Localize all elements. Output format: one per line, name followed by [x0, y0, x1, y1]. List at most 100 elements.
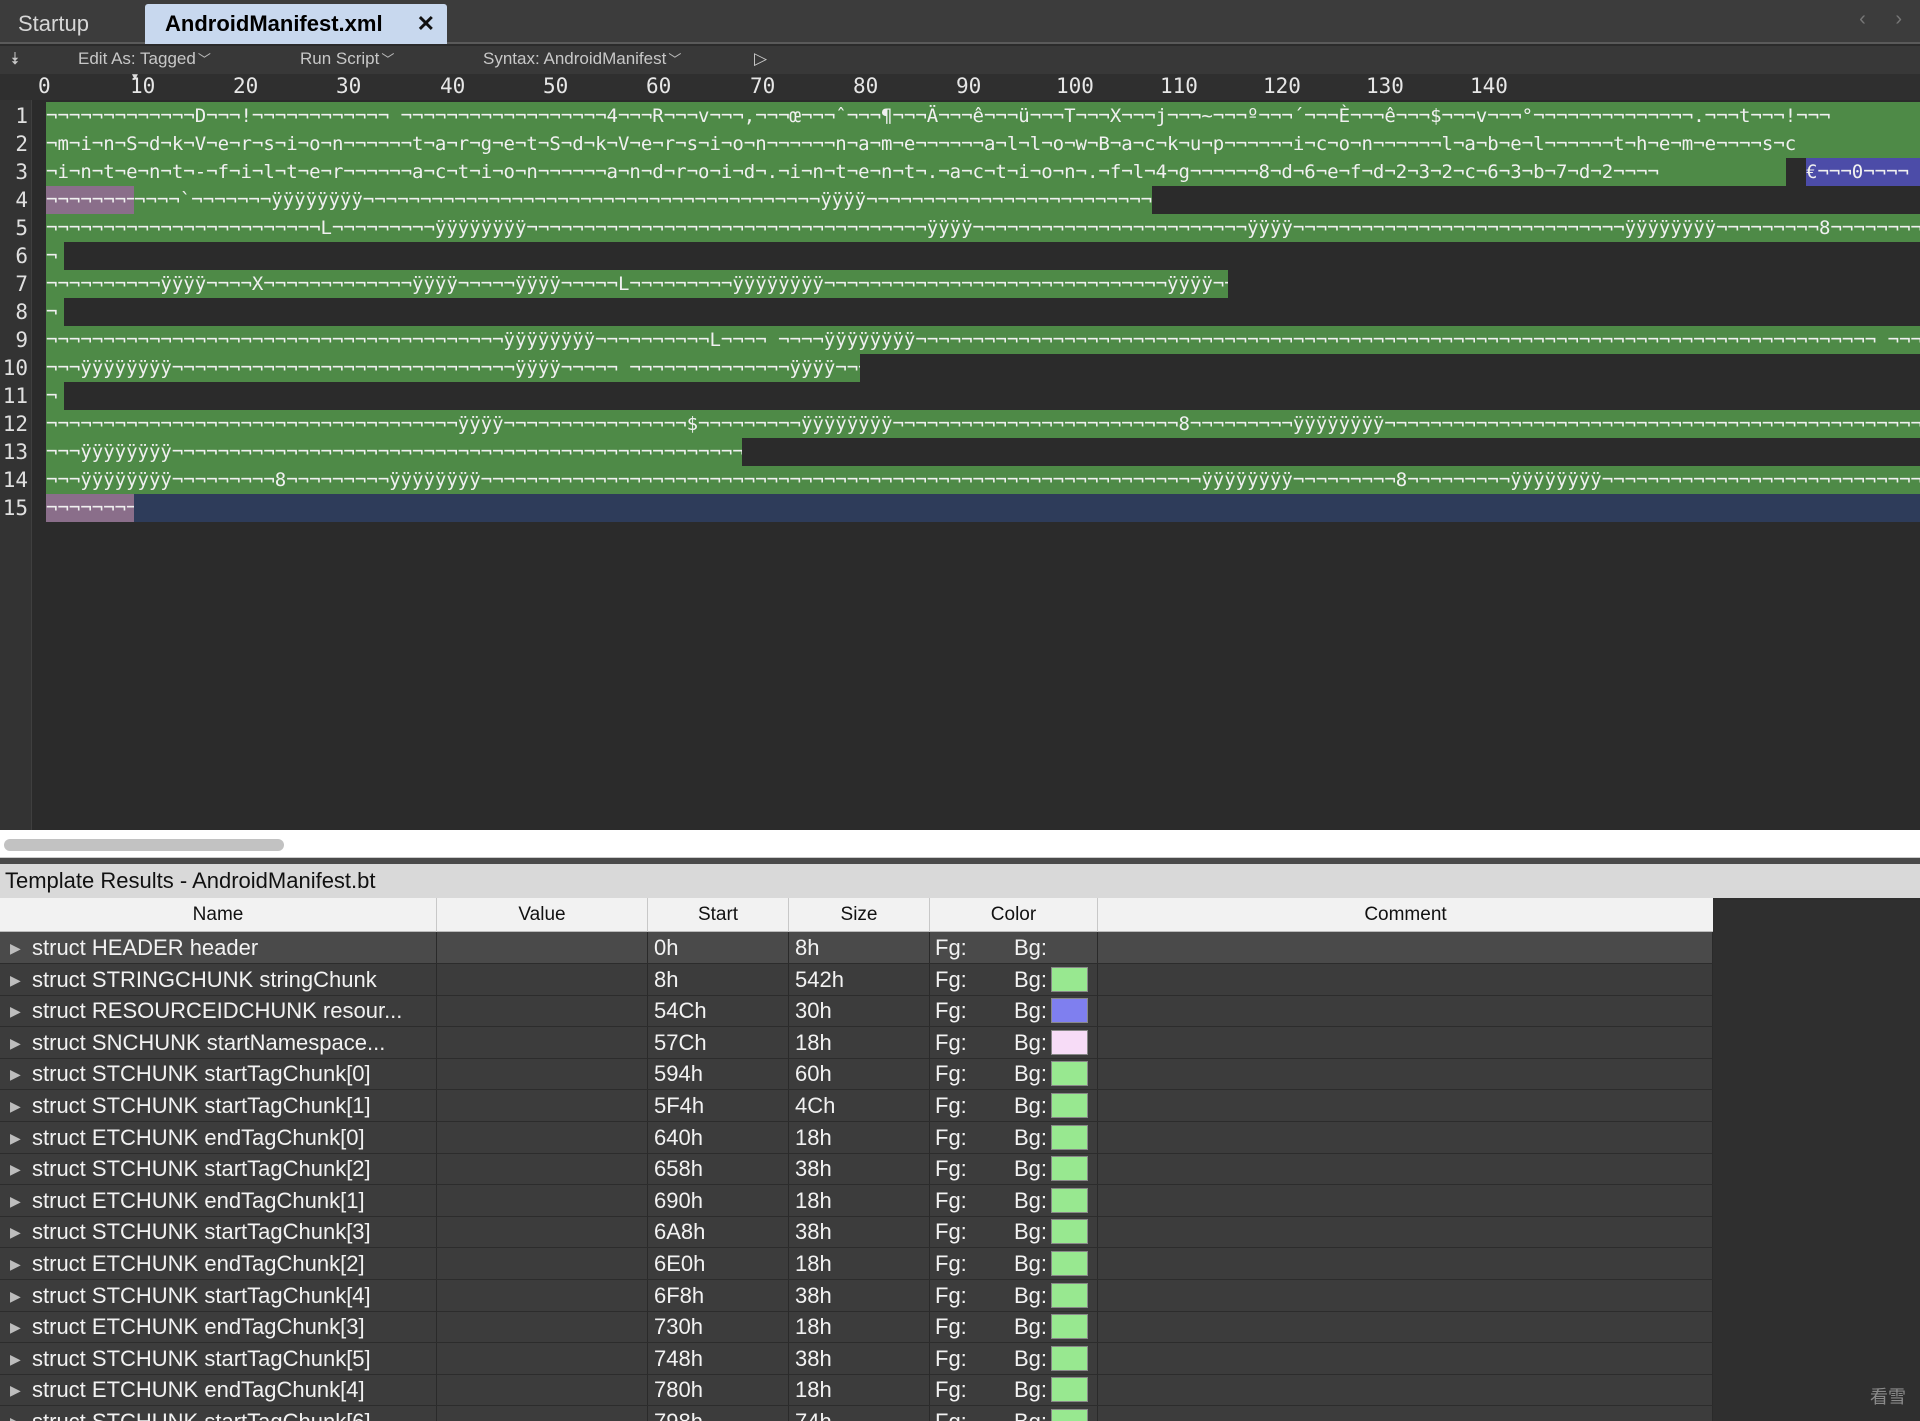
editor-line[interactable]: 15 ¬¬¬¬¬¬¬¬¬	[0, 494, 1920, 522]
expand-arrow-icon[interactable]: ▶	[10, 1059, 32, 1089]
expand-arrow-icon[interactable]: ▶	[10, 1028, 32, 1058]
tab-bar: Startup AndroidManifest.xml ✕ ‹ ›	[0, 0, 1920, 44]
name-cell[interactable]: ▶ struct STRINGCHUNK stringChunk	[0, 963, 437, 995]
editor-line[interactable]: 14 ¬¬¬ÿÿÿÿÿÿÿÿ¬¬¬¬¬¬¬¬¬8¬¬¬¬¬¬¬¬¬ÿÿÿÿÿÿÿÿ…	[0, 466, 1920, 494]
expand-arrow-icon[interactable]: ▶	[10, 1249, 32, 1279]
comment-cell	[1098, 1311, 1713, 1343]
expand-arrow-icon[interactable]: ▶	[10, 1091, 32, 1121]
table-row[interactable]: ▶ struct STCHUNK startTagChunk[2] 658h 38h F…	[0, 1153, 1713, 1186]
highlighted-bytes: ¬¬¬¬¬¬¬¬¬¬ÿÿÿÿ¬¬¬¬X¬¬¬¬¬¬¬¬¬¬¬¬¬ÿÿÿÿ¬¬¬¬…	[46, 270, 1228, 298]
name-cell[interactable]: ▶ struct ETCHUNK endTagChunk[2]	[0, 1248, 437, 1279]
table-row[interactable]: ▶ struct STCHUNK startTagChunk[5] 748h 38h F…	[0, 1342, 1713, 1375]
table-row[interactable]: ▶ struct STCHUNK startTagChunk[0] 594h 60h F…	[0, 1058, 1713, 1091]
expand-arrow-icon[interactable]: ▶	[10, 1344, 32, 1374]
comment-cell	[1098, 1090, 1713, 1121]
table-row[interactable]: ▶ struct STRINGCHUNK stringChunk 8h 542h Fg:…	[0, 963, 1713, 996]
run-script-dropdown[interactable]: Run Script ﹀	[300, 49, 394, 69]
editor-line[interactable]: 4 ¬¬¬¬¬¬¬¬¬¬¬¬¬`¬¬¬¬¬¬¬ÿÿÿÿÿÿÿÿ¬¬¬¬¬¬¬¬¬¬…	[0, 186, 1920, 214]
name-cell[interactable]: ▶struct STCHUNK startTagChunk[6]	[0, 1406, 437, 1421]
editor-line[interactable]: 1 ¬¬¬¬¬¬¬¬¬¬¬¬¬D¬¬¬!¬¬¬¬¬¬¬¬¬¬¬¬ ¬¬¬¬¬¬¬¬…	[0, 102, 1920, 130]
column-header-start[interactable]: Start	[648, 898, 789, 932]
name-cell[interactable]: ▶ struct ETCHUNK endTagChunk[1]	[0, 1184, 437, 1216]
column-header-size[interactable]: Size	[789, 898, 930, 932]
editor-line[interactable]: 9 ¬¬¬¬¬¬¬¬¬¬¬¬¬¬¬¬¬¬¬¬¬¬¬¬¬¬¬¬¬¬¬¬¬¬¬¬¬¬¬…	[0, 326, 1920, 354]
name-cell[interactable]: ▶ struct SNCHUNK startNamespace...	[0, 1026, 437, 1058]
name-cell[interactable]: ▶ struct STCHUNK startTagChunk[3]	[0, 1216, 437, 1248]
expand-arrow-icon[interactable]: ▶	[10, 1312, 32, 1342]
horizontal-scrollbar[interactable]	[0, 830, 1920, 858]
editor-line[interactable]: 12 ¬¬¬¬¬¬¬¬¬¬¬¬¬¬¬¬¬¬¬¬¬¬¬¬¬¬¬¬¬¬¬¬¬¬¬¬ÿÿ…	[0, 410, 1920, 438]
editor-line[interactable]: 10 ¬¬¬ÿÿÿÿÿÿÿÿ¬¬¬¬¬¬¬¬¬¬¬¬¬¬¬¬¬¬¬¬¬¬¬¬¬¬¬…	[0, 354, 1920, 382]
color-cell: Fg: Bg:	[930, 1374, 1098, 1406]
run-icon[interactable]: ▷	[754, 49, 767, 69]
template-results-title: Template Results - AndroidManifest.bt	[0, 864, 1920, 898]
table-row[interactable]: ▶ struct ETCHUNK endTagChunk[1] 690h 18h Fg:…	[0, 1184, 1713, 1217]
size-cell: 18h	[789, 1248, 930, 1279]
hex-text-editor[interactable]: 1 ¬¬¬¬¬¬¬¬¬¬¬¬¬D¬¬¬!¬¬¬¬¬¬¬¬¬¬¬¬ ¬¬¬¬¬¬¬¬…	[0, 100, 1920, 830]
editor-line[interactable]: 8 ¬	[0, 298, 1920, 326]
collapse-icon[interactable]: ⯯	[10, 49, 20, 69]
editor-line[interactable]: 2 ¬m¬i¬n¬S¬d¬k¬V¬e¬r¬s¬i¬o¬n¬¬¬¬¬¬t¬a¬r¬g…	[0, 130, 1920, 158]
editor-line[interactable]: 7 ¬¬¬¬¬¬¬¬¬¬ÿÿÿÿ¬¬¬¬X¬¬¬¬¬¬¬¬¬¬¬¬¬ÿÿÿÿ¬¬¬…	[0, 270, 1920, 298]
tab-androidmanifest[interactable]: AndroidManifest.xml ✕	[145, 4, 447, 44]
comment-cell	[1098, 1184, 1713, 1216]
name-cell[interactable]: ▶ struct STCHUNK startTagChunk[5]	[0, 1342, 437, 1374]
editor-line[interactable]: 13 ¬¬¬ÿÿÿÿÿÿÿÿ¬¬¬¬¬¬¬¬¬¬¬¬¬¬¬¬¬¬¬¬¬¬¬¬¬¬¬…	[0, 438, 1920, 466]
name-cell[interactable]: ▶ struct HEADER header	[0, 932, 437, 963]
expand-arrow-icon[interactable]: ▶	[10, 1407, 32, 1421]
name-cell[interactable]: ▶ struct RESOURCEIDCHUNK resour...	[0, 995, 437, 1027]
expand-arrow-icon[interactable]: ▶	[10, 1186, 32, 1216]
name-cell[interactable]: ▶ struct ETCHUNK endTagChunk[0]	[0, 1121, 437, 1153]
table-row[interactable]: ▶ struct SNCHUNK startNamespace... 57Ch 18h…	[0, 1026, 1713, 1059]
highlighted-bytes: ¬	[46, 242, 64, 270]
table-row[interactable]: ▶ struct STCHUNK startTagChunk[3] 6A8h 38h F…	[0, 1216, 1713, 1249]
start-cell: 8h	[648, 963, 789, 995]
edit-as-dropdown[interactable]: Edit As: Tagged ﹀	[78, 49, 211, 69]
tab-startup[interactable]: Startup	[18, 4, 128, 44]
editor-line[interactable]: 5 ¬¬¬¬¬¬¬¬¬¬¬¬¬¬¬¬¬¬¬¬¬¬¬¬L¬¬¬¬¬¬¬¬¬ÿÿÿÿÿ…	[0, 214, 1920, 242]
size-cell: 38h	[789, 1279, 930, 1311]
comment-cell	[1098, 1279, 1713, 1311]
bg-label: Bg:	[1014, 1345, 1048, 1371]
column-header-value[interactable]: Value	[437, 898, 648, 932]
name-cell[interactable]: ▶ struct STCHUNK startTagChunk[0]	[0, 1058, 437, 1090]
expand-arrow-icon[interactable]: ▶	[10, 1217, 32, 1247]
name-cell[interactable]: ▶ struct STCHUNK startTagChunk[4]	[0, 1279, 437, 1311]
column-header-name[interactable]: Name	[0, 898, 437, 932]
bg-color-swatch	[1051, 966, 1088, 992]
name-cell[interactable]: ▶ struct ETCHUNK endTagChunk[4]	[0, 1374, 437, 1406]
expand-arrow-icon[interactable]: ▶	[10, 1154, 32, 1184]
column-header-color[interactable]: Color	[930, 898, 1098, 932]
name-cell[interactable]: ▶ struct ETCHUNK endTagChunk[3]	[0, 1311, 437, 1343]
name-cell[interactable]: ▶ struct STCHUNK startTagChunk[1]	[0, 1090, 437, 1121]
expand-arrow-icon[interactable]: ▶	[10, 1375, 32, 1405]
table-row[interactable]: ▶ struct ETCHUNK endTagChunk[3] 730h 18h Fg:…	[0, 1311, 1713, 1344]
table-row[interactable]: ▶ struct RESOURCEIDCHUNK resour... 54Ch 30h…	[0, 995, 1713, 1028]
expand-arrow-icon[interactable]: ▶	[10, 965, 32, 995]
tab-scroll-arrows-icon[interactable]: ‹ ›	[1859, 8, 1914, 31]
table-row[interactable]: ▶struct STCHUNK startTagChunk[6]798h74hF…	[0, 1406, 1713, 1421]
expand-arrow-icon[interactable]: ▶	[10, 996, 32, 1026]
column-header-comment[interactable]: Comment	[1098, 898, 1713, 932]
expand-arrow-icon[interactable]: ▶	[10, 1281, 32, 1311]
scrollbar-thumb[interactable]	[4, 839, 284, 851]
editor-line[interactable]: 6 ¬	[0, 242, 1920, 270]
table-row[interactable]: ▶ struct ETCHUNK endTagChunk[4] 780h 18h Fg:…	[0, 1374, 1713, 1407]
struct-name: struct STCHUNK startTagChunk[0]	[32, 1061, 371, 1087]
table-row[interactable]: ▶ struct STCHUNK startTagChunk[1] 5F4h 4Ch F…	[0, 1090, 1713, 1122]
name-cell[interactable]: ▶ struct STCHUNK startTagChunk[2]	[0, 1153, 437, 1185]
table-row[interactable]: ▶ struct STCHUNK startTagChunk[4] 6F8h 38h F…	[0, 1279, 1713, 1312]
expand-arrow-icon[interactable]: ▶	[10, 933, 32, 963]
fg-label: Fg:	[935, 1124, 967, 1150]
struct-name: struct STCHUNK startTagChunk[5]	[32, 1345, 371, 1371]
syntax-dropdown[interactable]: Syntax: AndroidManifest ﹀	[483, 49, 681, 69]
expand-arrow-icon[interactable]: ▶	[10, 1123, 32, 1153]
editor-line[interactable]: 3 ¬i¬n¬t¬e¬n¬t¬-¬f¬i¬l¬t¬e¬r¬¬¬¬¬¬a¬c¬t¬i…	[0, 158, 1920, 186]
editor-line[interactable]: 11 ¬	[0, 382, 1920, 410]
table-row[interactable]: ▶ struct ETCHUNK endTagChunk[2] 6E0h 18h Fg:…	[0, 1248, 1713, 1280]
table-row[interactable]: ▶ struct ETCHUNK endTagChunk[0] 640h 18h Fg:…	[0, 1121, 1713, 1154]
bg-color-swatch	[1051, 1345, 1088, 1371]
close-icon[interactable]: ✕	[417, 4, 435, 44]
table-row[interactable]: ▶ struct HEADER header 0h 8h Fg: Bg:	[0, 932, 1713, 964]
struct-name: struct RESOURCEIDCHUNK resour...	[32, 998, 403, 1024]
